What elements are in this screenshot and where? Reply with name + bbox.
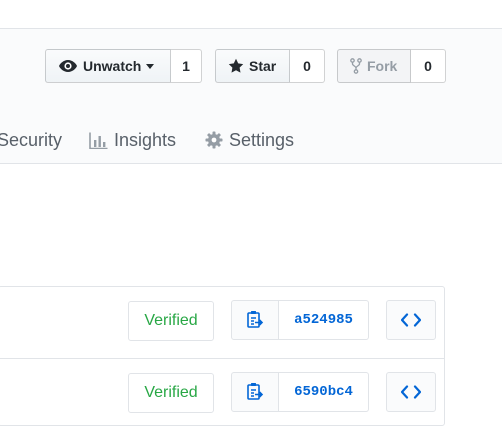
verified-badge[interactable]: Verified [128, 373, 214, 413]
star-icon [228, 58, 244, 74]
fork-label: Fork [367, 58, 398, 74]
browse-code-button[interactable] [386, 300, 436, 340]
fork-icon [350, 58, 362, 74]
code-icon [401, 313, 421, 327]
top-strip [0, 0, 502, 29]
fork-button[interactable]: Fork [337, 49, 411, 83]
tab-insights[interactable]: Insights [89, 126, 176, 154]
sha-button-group: 6590bc4 [231, 372, 369, 412]
commit-list: Verified a524985 Verified 6590bc4 [0, 286, 445, 426]
chevron-down-icon [146, 64, 155, 69]
commit-row: Verified a524985 [0, 287, 444, 359]
tab-security-label: Security [0, 129, 63, 150]
star-button[interactable]: Star [215, 49, 290, 83]
unwatch-label: Unwatch [83, 58, 142, 74]
commit-row: Verified 6590bc4 [0, 359, 444, 431]
copy-sha-button[interactable] [231, 372, 279, 412]
watch-button-group: Unwatch 1 [45, 49, 202, 83]
commit-sha-link[interactable]: 6590bc4 [279, 372, 369, 412]
fork-button-group: Fork 0 [337, 49, 446, 83]
graph-icon [89, 132, 108, 149]
star-label: Star [249, 58, 277, 74]
gear-icon [205, 131, 223, 149]
browse-code-button[interactable] [386, 372, 436, 412]
forks-count[interactable]: 0 [411, 49, 446, 83]
tab-settings-label: Settings [229, 129, 295, 150]
tab-insights-label: Insights [114, 129, 177, 150]
clipboard-icon [246, 310, 264, 330]
stargazers-count[interactable]: 0 [290, 49, 325, 83]
clipboard-icon [246, 382, 264, 402]
verified-badge[interactable]: Verified [128, 301, 214, 341]
commit-sha-link[interactable]: a524985 [279, 300, 369, 340]
code-icon [401, 385, 421, 399]
watchers-count[interactable]: 1 [171, 49, 202, 83]
star-button-group: Star 0 [215, 49, 325, 83]
unwatch-button[interactable]: Unwatch [45, 49, 171, 83]
copy-sha-button[interactable] [231, 300, 279, 340]
repo-nav: Security Insights Settings [0, 126, 502, 154]
sha-button-group: a524985 [231, 300, 369, 340]
tab-settings[interactable]: Settings [205, 126, 294, 154]
tab-security[interactable]: Security [0, 126, 62, 154]
eye-icon [58, 59, 78, 73]
